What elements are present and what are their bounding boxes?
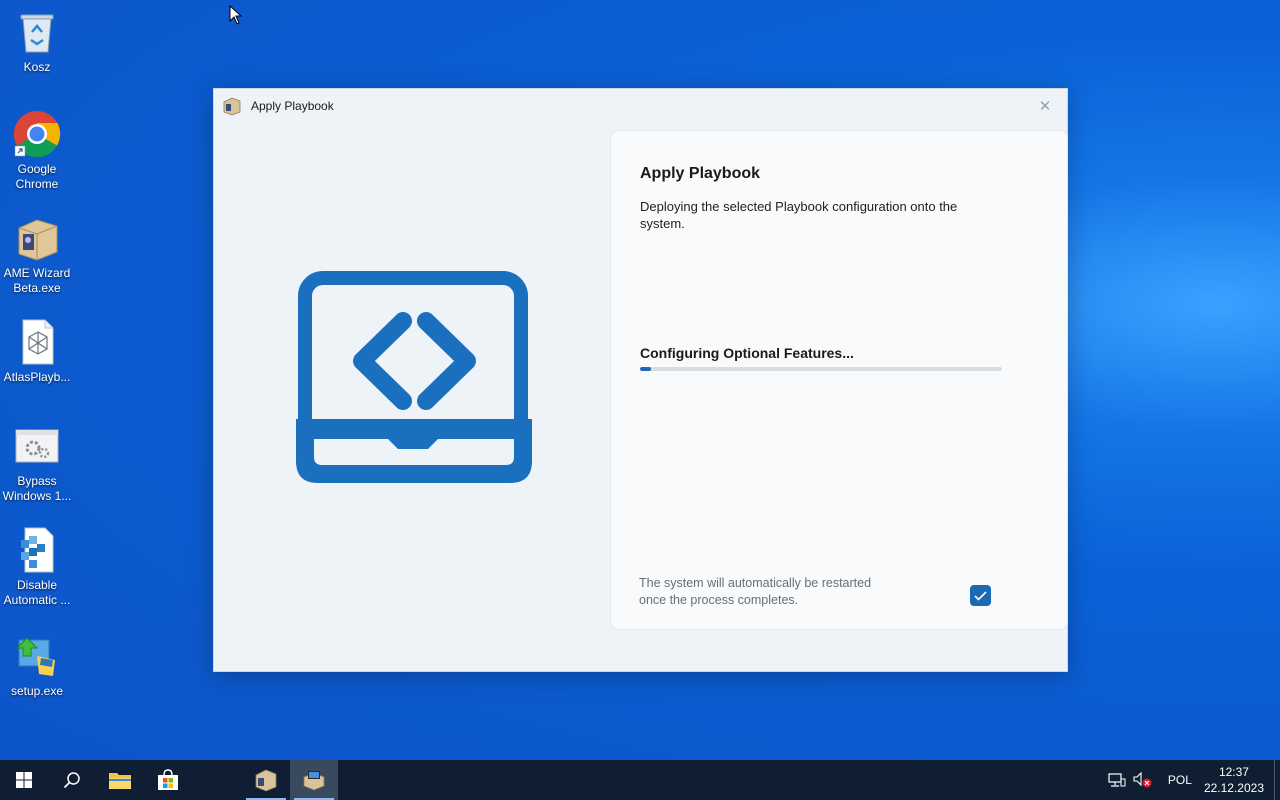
laptop-code-illustration: [288, 271, 538, 496]
taskbar-clock[interactable]: 12:37 22.12.2023: [1204, 764, 1264, 796]
progress-panel: Apply Playbook Deploying the selected Pl…: [610, 130, 1068, 630]
desktop-icon-label: Bypass Windows 1...: [2, 474, 72, 503]
show-desktop-button[interactable]: [1274, 760, 1280, 800]
progress-status: Configuring Optional Features...: [640, 345, 854, 361]
taskbar-ame-wizard[interactable]: [242, 760, 290, 800]
recycle-bin-icon: [13, 8, 61, 56]
network-icon: [1108, 773, 1126, 787]
ame-wizard-icon: [255, 769, 277, 792]
desktop-icon-recycle-bin[interactable]: Kosz: [0, 8, 74, 75]
ame-wizard-icon: [13, 214, 61, 262]
taskbar: POL 12:37 22.12.2023: [0, 760, 1280, 800]
progress-bar-fill: [640, 367, 651, 371]
search-icon: [63, 772, 80, 789]
network-button[interactable]: [1104, 760, 1130, 800]
desktop-icon-label: Kosz: [23, 60, 51, 74]
desktop-icon-setup-exe[interactable]: setup.exe: [0, 632, 74, 699]
playbook-file-icon: [13, 318, 61, 366]
volume-button[interactable]: [1130, 760, 1156, 800]
chrome-icon: [13, 110, 61, 158]
desktop-icon-label: setup.exe: [10, 684, 64, 698]
desktop-icon-ame-wizard[interactable]: AME Wizard Beta.exe: [0, 214, 74, 296]
clock-time: 12:37: [1218, 765, 1249, 779]
file-explorer-button[interactable]: [96, 760, 144, 800]
desktop-icon-disable-automatic[interactable]: Disable Automatic ...: [0, 526, 74, 608]
checkmark-icon: [974, 590, 987, 601]
playbook-app-icon: [303, 771, 325, 791]
restart-checkbox[interactable]: [970, 585, 991, 606]
close-button[interactable]: ✕: [1033, 95, 1057, 117]
language-indicator[interactable]: POL: [1168, 773, 1192, 787]
desktop-icon-label: AtlasPlayb...: [3, 370, 71, 384]
folder-icon: [109, 773, 131, 789]
settings-script-icon: [13, 422, 61, 470]
store-bag-icon: [158, 769, 178, 790]
desktop-icon-atlas-playbook[interactable]: AtlasPlayb...: [0, 318, 74, 385]
microsoft-store-button[interactable]: [144, 760, 192, 800]
progress-bar: [640, 367, 1002, 371]
volume-muted-icon: [1133, 772, 1152, 788]
app-box-icon: [222, 96, 242, 116]
clock-date: 22.12.2023: [1203, 781, 1264, 795]
apply-playbook-window: Apply Playbook ✕ Apply Playbook Deployin…: [213, 88, 1068, 672]
desktop-icon-label: AME Wizard Beta.exe: [3, 266, 71, 295]
close-icon: ✕: [1038, 98, 1052, 115]
setup-installer-icon: [13, 632, 61, 680]
desktop-icon-bypass-windows[interactable]: Bypass Windows 1...: [0, 422, 74, 504]
panel-description: Deploying the selected Playbook configur…: [640, 199, 958, 231]
desktop-icon-google-chrome[interactable]: Google Chrome: [0, 110, 74, 192]
restart-note: The system will automatically be restart…: [639, 576, 872, 607]
window-titlebar[interactable]: Apply Playbook ✕: [214, 89, 1067, 123]
start-button[interactable]: [0, 760, 48, 800]
desktop-icon-label: Google Chrome: [15, 162, 59, 191]
mouse-cursor-icon: [229, 4, 243, 30]
windows-logo-icon: [16, 772, 32, 788]
window-title: Apply Playbook: [251, 99, 334, 113]
registry-file-icon: [13, 526, 61, 574]
search-button[interactable]: [48, 760, 96, 800]
system-tray: POL 12:37 22.12.2023: [1104, 760, 1280, 800]
panel-heading: Apply Playbook: [640, 165, 761, 182]
desktop-icon-label: Disable Automatic ...: [3, 578, 71, 607]
taskbar-apply-playbook[interactable]: [290, 760, 338, 800]
